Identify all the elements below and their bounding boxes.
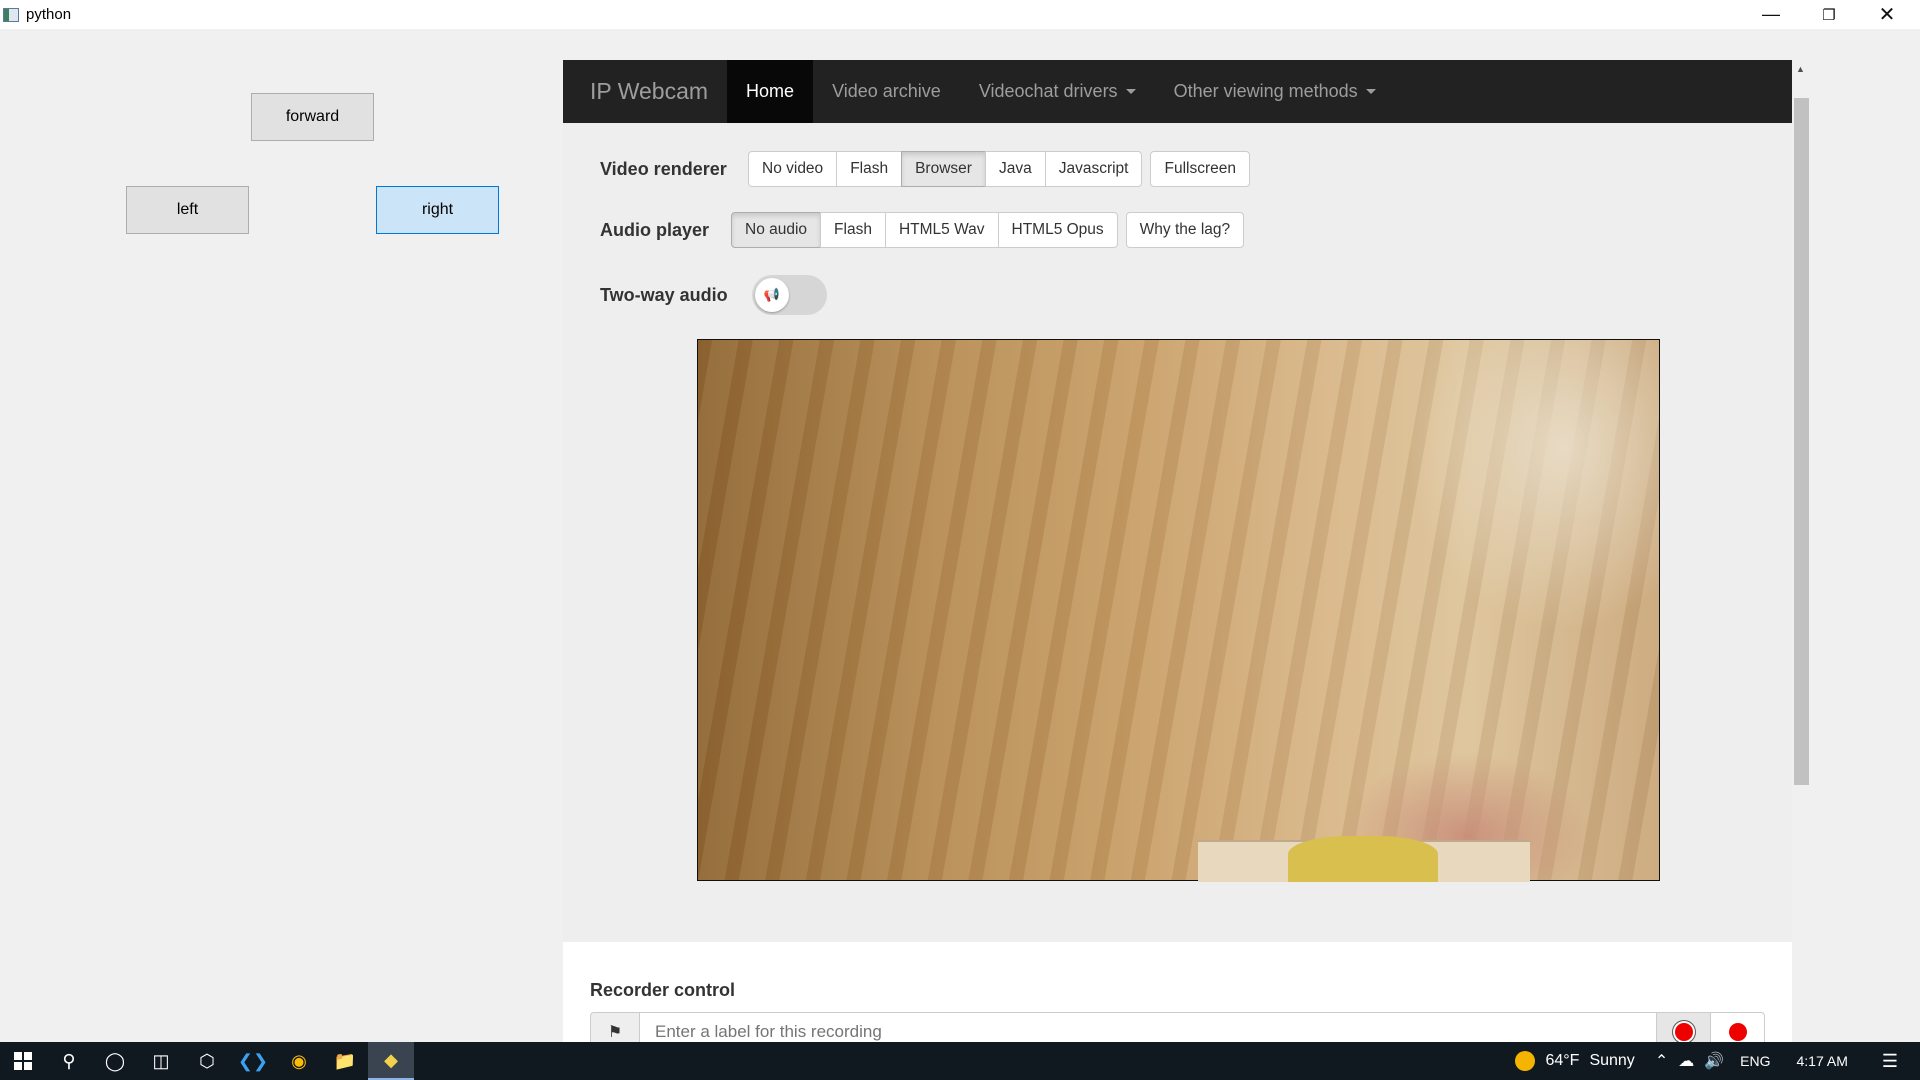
- system-tray: 64°F Sunny ⌃ ☁ 🔊 ENG 4:17 AM ☰: [1515, 1042, 1920, 1080]
- caret-down-icon: [1365, 89, 1376, 94]
- recorder-input-group: ⚑: [590, 1012, 1765, 1042]
- forward-button[interactable]: forward: [251, 93, 374, 141]
- folder-icon: 📁: [333, 1050, 357, 1071]
- audio-player-label: Audio player: [600, 219, 710, 240]
- left-button[interactable]: left: [126, 186, 249, 234]
- scroll-up-arrow-icon[interactable]: ▲: [1792, 60, 1809, 77]
- close-button[interactable]: ✕: [1858, 0, 1916, 29]
- weather-condition[interactable]: Sunny: [1589, 1052, 1634, 1070]
- renderer-flash-button[interactable]: Flash: [836, 151, 903, 187]
- vscode-button[interactable]: ❮❯: [230, 1042, 276, 1080]
- chrome-button[interactable]: ◉: [276, 1042, 322, 1080]
- record-icon: [1728, 1023, 1747, 1041]
- task-view-icon: ◫: [152, 1050, 170, 1071]
- video-frame-detail: [1288, 836, 1438, 882]
- clock[interactable]: 4:17 AM: [1796, 1053, 1847, 1069]
- language-indicator[interactable]: ENG: [1740, 1053, 1770, 1069]
- two-way-audio-row: Two-way audio 📢: [600, 275, 827, 315]
- record-audio-button[interactable]: [1710, 1012, 1765, 1042]
- webcam-webview: IP Webcam Home Video archive Videochat d…: [563, 60, 1792, 1042]
- minimize-button[interactable]: —: [1742, 0, 1800, 29]
- navbar: IP Webcam Home Video archive Videochat d…: [563, 60, 1792, 123]
- video-renderer-group: No video Flash Browser Java Javascript: [748, 151, 1143, 187]
- restore-icon: ❐: [1822, 6, 1836, 24]
- search-button[interactable]: ⚲: [46, 1042, 92, 1080]
- record-icon: [1674, 1023, 1693, 1041]
- network-icon[interactable]: ☁: [1678, 1051, 1694, 1071]
- chevron-up-icon[interactable]: ⌃: [1655, 1051, 1668, 1071]
- audio-player-group: No audio Flash HTML5 Wav HTML5 Opus: [731, 212, 1118, 248]
- restore-button[interactable]: ❐: [1800, 0, 1858, 29]
- renderer-no-video-button[interactable]: No video: [748, 151, 838, 187]
- audio-html5-opus-button[interactable]: HTML5 Opus: [997, 212, 1118, 248]
- cortana-button[interactable]: ◯: [92, 1042, 138, 1080]
- caret-down-icon: [1125, 89, 1136, 94]
- megaphone-icon: 📢: [754, 278, 789, 312]
- record-video-button[interactable]: [1656, 1012, 1711, 1042]
- cortana-circle-icon: ◯: [104, 1050, 126, 1071]
- file-explorer-button[interactable]: 📁: [322, 1042, 368, 1080]
- video-stream: [697, 339, 1660, 882]
- video-renderer-label: Video renderer: [600, 158, 727, 179]
- search-icon: ⚲: [62, 1050, 76, 1071]
- brand-link[interactable]: IP Webcam: [563, 60, 727, 123]
- nav-other-viewing-methods[interactable]: Other viewing methods: [1155, 60, 1395, 123]
- cube-icon: ⬡: [199, 1050, 215, 1071]
- weather-sun-icon[interactable]: [1515, 1051, 1536, 1071]
- audio-no-audio-button[interactable]: No audio: [731, 212, 822, 248]
- start-button[interactable]: [0, 1042, 46, 1080]
- nav-video-archive[interactable]: Video archive: [813, 60, 960, 123]
- vscode-icon: ❮❯: [237, 1050, 269, 1071]
- minimize-icon: —: [1762, 4, 1780, 24]
- recorder-panel: Recorder control ⚑: [563, 942, 1792, 1042]
- vertical-scrollbar[interactable]: ▲: [1792, 60, 1809, 1042]
- task-view-button[interactable]: ◫: [138, 1042, 184, 1080]
- chrome-icon: ◉: [291, 1050, 307, 1071]
- volume-icon[interactable]: 🔊: [1704, 1051, 1724, 1071]
- python-taskbar-button[interactable]: ◆: [368, 1042, 414, 1080]
- weather-temperature[interactable]: 64°F: [1545, 1052, 1579, 1070]
- close-icon: ✕: [1878, 4, 1896, 26]
- two-way-audio-toggle[interactable]: 📢: [751, 275, 827, 315]
- taskbar: ⚲ ◯ ◫ ⬡ ❮❯ ◉ 📁 ◆ 64°F Sunny ⌃ ☁ 🔊 ENG 4:…: [0, 1042, 1920, 1080]
- nav-videochat-drivers-label: Videochat drivers: [978, 81, 1118, 101]
- audio-flash-button[interactable]: Flash: [820, 212, 886, 248]
- renderer-browser-button[interactable]: Browser: [901, 151, 986, 187]
- audio-player-row: Audio player No audio Flash HTML5 Wav HT…: [600, 212, 1245, 248]
- fullscreen-button[interactable]: Fullscreen: [1150, 151, 1250, 187]
- windows-icon: [14, 1052, 32, 1070]
- notifications-icon[interactable]: ☰: [1882, 1051, 1898, 1072]
- window-title: python: [26, 6, 72, 23]
- tag-icon: ⚑: [590, 1012, 640, 1042]
- why-the-lag-button[interactable]: Why the lag?: [1125, 212, 1245, 248]
- video-renderer-row: Video renderer No video Flash Browser Ja…: [600, 151, 1250, 187]
- window-titlebar: python — ❐ ✕: [0, 0, 1920, 29]
- right-button[interactable]: right: [376, 186, 499, 234]
- renderer-java-button[interactable]: Java: [984, 151, 1046, 187]
- python-app-icon: [3, 7, 19, 22]
- recorder-title: Recorder control: [590, 980, 736, 1000]
- audio-html5-wav-button[interactable]: HTML5 Wav: [884, 212, 999, 248]
- 3d-viewer-button[interactable]: ⬡: [184, 1042, 230, 1080]
- nav-other-viewing-methods-label: Other viewing methods: [1173, 81, 1358, 101]
- nav-home[interactable]: Home: [727, 60, 814, 123]
- nav-videochat-drivers[interactable]: Videochat drivers: [960, 60, 1155, 123]
- python-icon: ◆: [384, 1049, 398, 1070]
- two-way-audio-label: Two-way audio: [600, 284, 728, 305]
- renderer-javascript-button[interactable]: Javascript: [1044, 151, 1143, 187]
- scrollbar-thumb[interactable]: [1794, 98, 1809, 785]
- recording-label-input[interactable]: [640, 1012, 1657, 1042]
